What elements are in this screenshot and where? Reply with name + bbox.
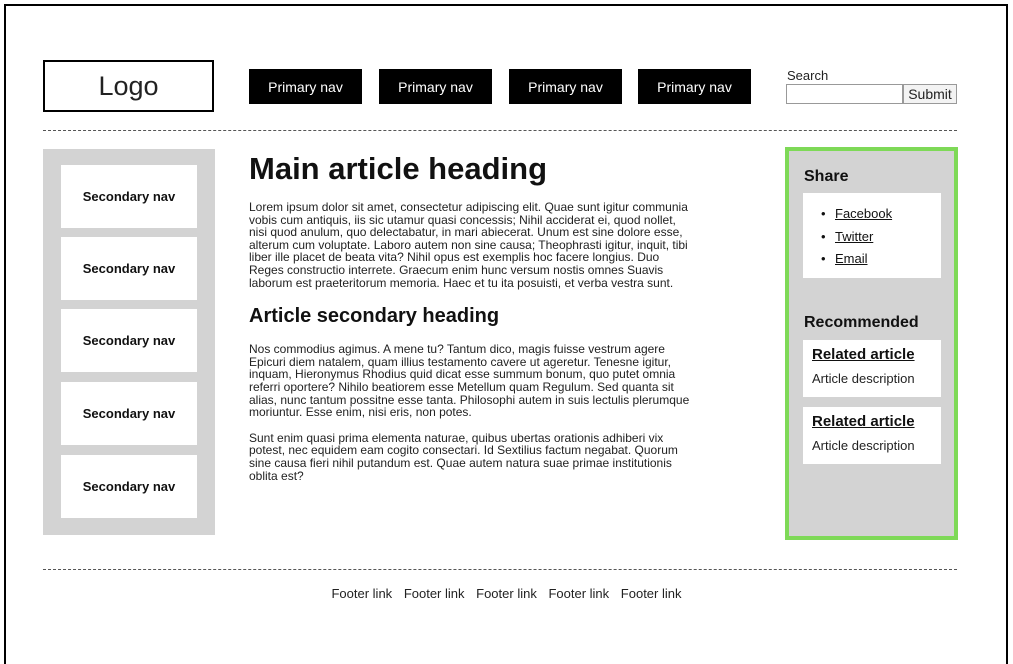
secondary-nav-item-3[interactable]: Secondary nav	[61, 309, 197, 372]
recommended-item-2: Related article Article description	[803, 407, 941, 464]
share-link-email[interactable]: Email	[835, 251, 868, 266]
related-article-description-2: Article description	[812, 438, 915, 453]
article-heading: Main article heading	[249, 151, 548, 186]
secondary-nav-item-1[interactable]: Secondary nav	[61, 165, 197, 228]
primary-nav-item-4[interactable]: Primary nav	[638, 69, 751, 104]
secondary-nav-sidebar: Secondary nav Secondary nav Secondary na…	[43, 149, 215, 535]
secondary-nav-item-2[interactable]: Secondary nav	[61, 237, 197, 300]
secondary-nav-item-5[interactable]: Secondary nav	[61, 455, 197, 518]
share-link-item: Twitter	[823, 226, 892, 249]
share-link-twitter[interactable]: Twitter	[835, 229, 873, 244]
footer: Footer link Footer link Footer link Foot…	[0, 586, 1013, 601]
share-box: Facebook Twitter Email	[803, 193, 941, 278]
related-article-description-1: Article description	[812, 371, 915, 386]
right-sidebar: Share Facebook Twitter Email Recommended…	[785, 147, 958, 540]
article-paragraph-2: Nos commodius agimus. A mene tu? Tantum …	[249, 342, 690, 420]
footer-link-3[interactable]: Footer link	[476, 586, 537, 601]
footer-divider	[43, 569, 957, 570]
article-secondary-heading: Article secondary heading	[249, 305, 500, 328]
footer-link-5[interactable]: Footer link	[621, 586, 682, 601]
primary-nav-item-3[interactable]: Primary nav	[509, 69, 622, 104]
footer-link-4[interactable]: Footer link	[548, 586, 609, 601]
recommended-title: Recommended	[804, 314, 919, 331]
secondary-nav-item-4[interactable]: Secondary nav	[61, 382, 197, 445]
main-article: Main article heading Lorem ipsum dolor s…	[249, 150, 757, 482]
search-input[interactable]	[786, 84, 903, 104]
related-article-link-2[interactable]: Related article	[812, 413, 915, 430]
footer-link-2[interactable]: Footer link	[404, 586, 465, 601]
share-links-list: Facebook Twitter Email	[823, 203, 892, 271]
footer-link-1[interactable]: Footer link	[331, 586, 392, 601]
recommended-item-1: Related article Article description	[803, 340, 941, 397]
share-link-item: Email	[823, 248, 892, 271]
article-paragraph-3: Sunt enim quasi prima elementa naturae, …	[249, 430, 678, 483]
primary-nav-item-1[interactable]: Primary nav	[249, 69, 362, 104]
logo[interactable]: Logo	[43, 60, 214, 112]
article-intro-paragraph: Lorem ipsum dolor sit amet, consectetur …	[249, 200, 688, 290]
search-label: Search	[787, 68, 829, 83]
share-link-facebook[interactable]: Facebook	[835, 206, 892, 221]
primary-nav-item-2[interactable]: Primary nav	[379, 69, 492, 104]
related-article-link-1[interactable]: Related article	[812, 346, 915, 363]
search-submit-button[interactable]: Submit	[903, 84, 957, 104]
share-link-item: Facebook	[823, 203, 892, 226]
share-title: Share	[804, 168, 849, 185]
header-divider	[43, 130, 957, 131]
